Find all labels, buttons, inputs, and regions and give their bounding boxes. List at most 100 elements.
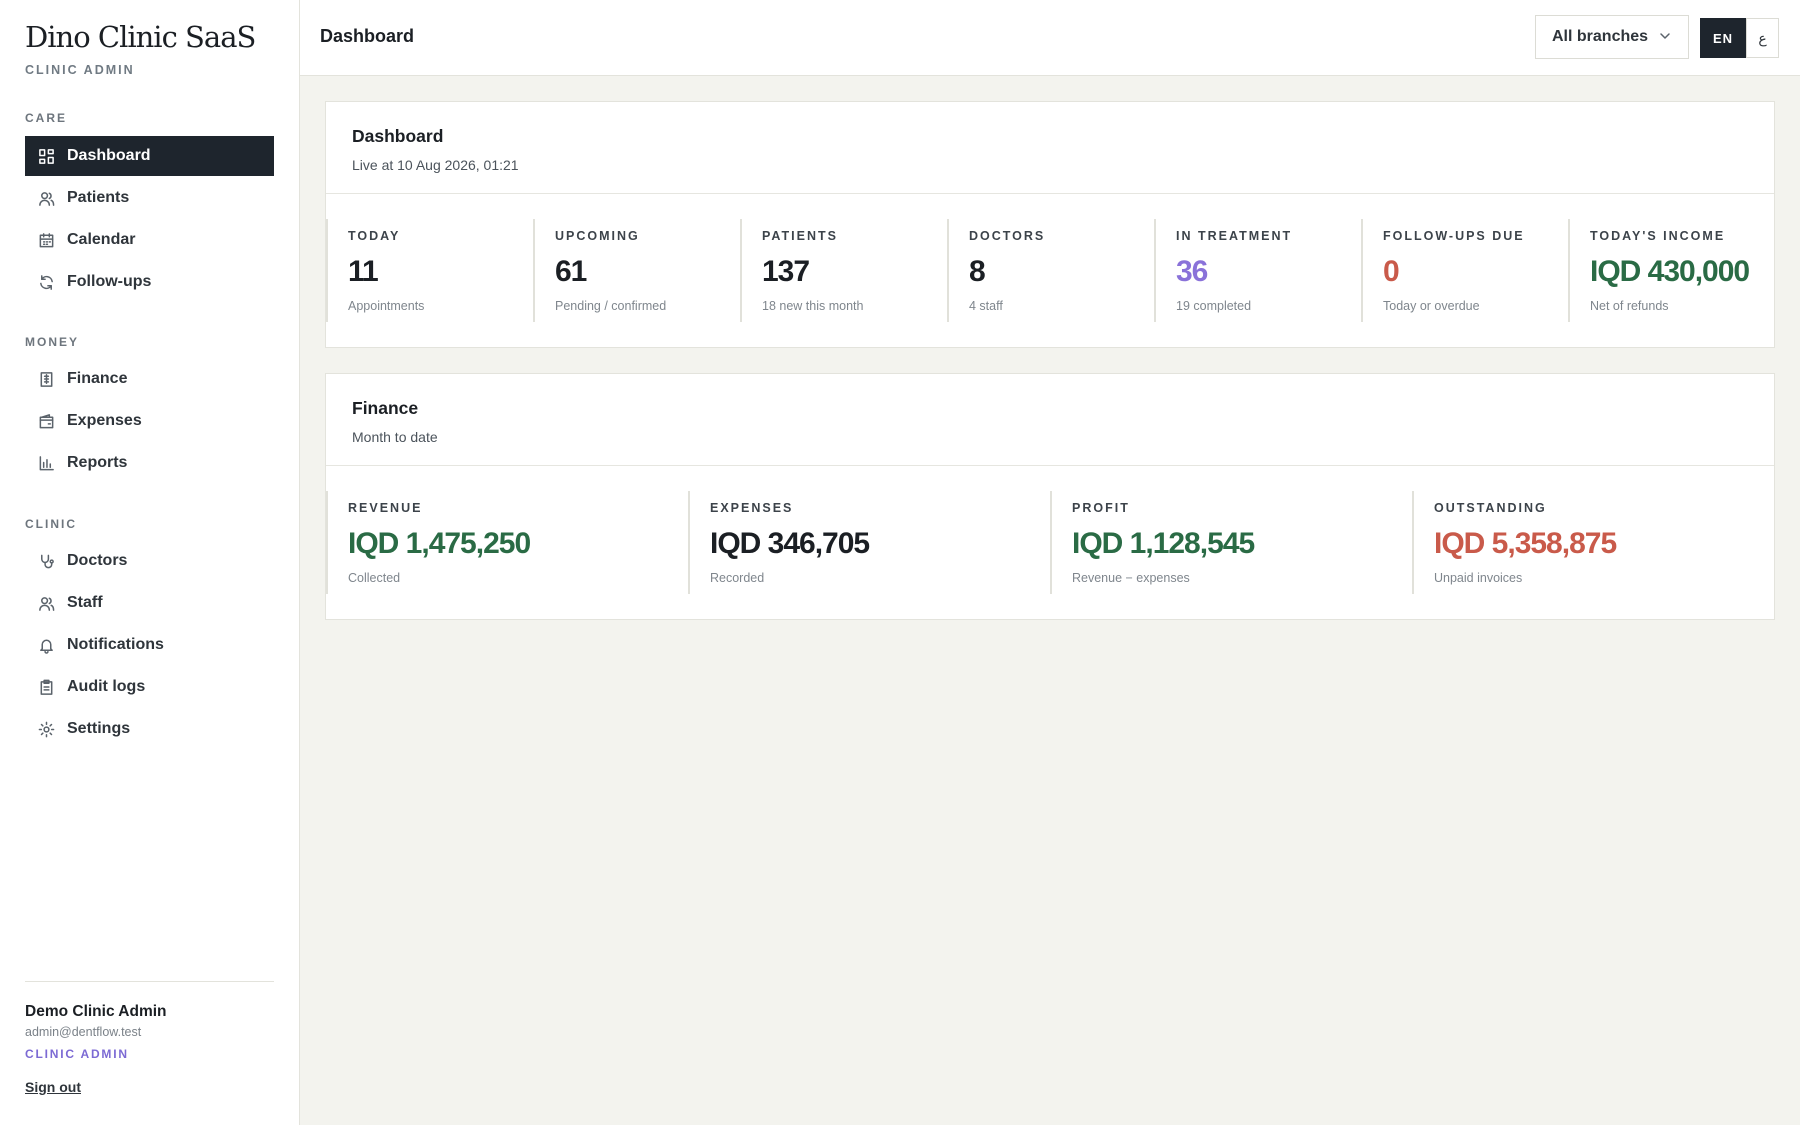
stat-revenue: REVENUE IQD 1,475,250 Collected [326,491,688,594]
wallet-icon [37,412,55,430]
user-role-badge: CLINIC ADMIN [25,1047,129,1061]
sidebar-item-label: Doctors [67,552,128,569]
finance-card-subtitle: Month to date [352,429,438,445]
sidebar-item-label: Patients [67,189,130,206]
stat-profit: PROFIT IQD 1,128,545 Revenue − expenses [1050,491,1412,594]
stat-value: 137 [762,255,810,288]
stat-doctors: DOCTORS 8 4 staff [947,219,1154,322]
branch-select-value: All branches [1552,28,1649,45]
stat-follow-ups-due: FOLLOW-UPS DUE 0 Today or overdue [1361,219,1568,322]
stat-note: Net of refunds [1590,299,1669,313]
sidebar-item-expenses[interactable]: Expenses [25,401,274,441]
dashboard-card: Dashboard Live at 10 Aug 2026, 01:21 TOD… [325,101,1775,348]
page-title: Dashboard [320,26,415,46]
stat-label: EXPENSES [710,501,794,515]
stat-label: DOCTORS [969,229,1046,243]
stat-value: 8 [969,255,986,288]
stat-value: IQD 5,358,875 [1434,527,1617,560]
sidebar-item-follow-ups[interactable]: Follow-ups [25,262,274,302]
stat-todays-income: TODAY'S INCOME IQD 430,000 Net of refund… [1568,219,1774,322]
stat-label: PROFIT [1072,501,1130,515]
finance-card: Finance Month to date REVENUE IQD 1,475,… [325,373,1775,620]
sidebar-item-label: Expenses [67,412,142,429]
sidebar-item-settings[interactable]: Settings [25,709,274,749]
stat-label: IN TREATMENT [1176,229,1293,243]
language-ar-button[interactable]: ع [1746,18,1779,58]
stat-value: IQD 1,128,545 [1072,527,1255,560]
user-email: admin@dentflow.test [25,1025,142,1039]
dashboard-card-header: Dashboard Live at 10 Aug 2026, 01:21 [326,102,1774,194]
stat-label: FOLLOW-UPS DUE [1383,229,1525,243]
refresh-icon [37,273,55,291]
language-en-button[interactable]: EN [1700,18,1746,58]
sidebar-item-label: Follow-ups [67,273,152,290]
stat-patients: PATIENTS 137 18 new this month [740,219,947,322]
stat-value: 11 [348,255,379,288]
stat-note: Unpaid invoices [1434,571,1523,585]
stat-note: Recorded [710,571,765,585]
grid-icon [37,147,55,165]
stat-label: OUTSTANDING [1434,501,1547,515]
stat-note: 4 staff [969,299,1003,313]
top-bar: Dashboard All branches EN ع [300,0,1800,76]
stat-note: Pending / confirmed [555,299,667,313]
sidebar-item-staff[interactable]: Staff [25,583,274,623]
gear-icon [37,720,55,738]
stat-value: IQD 346,705 [710,527,870,560]
sidebar-item-finance[interactable]: Finance [25,359,274,399]
stat-note: Appointments [348,299,425,313]
stat-value: 0 [1383,255,1400,288]
sidebar-item-patients[interactable]: Patients [25,178,274,218]
sidebar-item-label: Notifications [67,636,164,653]
stat-label: REVENUE [348,501,423,515]
stat-outstanding: OUTSTANDING IQD 5,358,875 Unpaid invoice… [1412,491,1774,594]
sidebar-item-label: Calendar [67,231,136,248]
user-name: Demo Clinic Admin [25,1003,167,1020]
branch-select[interactable]: All branches [1535,15,1689,59]
stat-label: TODAY'S INCOME [1590,229,1726,243]
stat-expenses: EXPENSES IQD 346,705 Recorded [688,491,1050,594]
receipt-icon [37,370,55,388]
stat-note: Collected [348,571,401,585]
stat-label: PATIENTS [762,229,838,243]
bar-chart-icon [37,454,55,472]
sidebar-item-notifications[interactable]: Notifications [25,625,274,665]
sidebar-divider [25,981,274,982]
stethoscope-icon [37,552,55,570]
sidebar-item-reports[interactable]: Reports [25,443,274,483]
stat-note: 18 new this month [762,299,864,313]
sidebar-item-doctors[interactable]: Doctors [25,541,274,581]
stat-today: TODAY 11 Appointments [326,219,533,322]
sidebar-item-label: Staff [67,594,103,611]
dashboard-card-subtitle: Live at 10 Aug 2026, 01:21 [352,157,519,173]
stat-note: Revenue − expenses [1072,571,1190,585]
stat-label: TODAY [348,229,401,243]
stat-value: 61 [555,255,587,288]
finance-card-header: Finance Month to date [326,374,1774,466]
stat-label: UPCOMING [555,229,640,243]
clipboard-icon [37,678,55,696]
calendar-icon [37,231,55,249]
stat-note: Today or overdue [1383,299,1480,313]
bell-icon [37,636,55,654]
chevron-down-icon [1660,33,1670,39]
users-icon [37,594,55,612]
brand-subtitle: CLINIC ADMIN [25,63,135,77]
sidebar-item-label: Settings [67,720,131,737]
sidebar-item-calendar[interactable]: Calendar [25,220,274,260]
sign-out-link[interactable]: Sign out [25,1079,81,1095]
sidebar-item-label: Reports [67,454,128,471]
sidebar-item-dashboard[interactable]: Dashboard [25,136,274,176]
stat-note: 19 completed [1176,299,1252,313]
stat-value: 36 [1176,255,1208,288]
stat-in-treatment: IN TREATMENT 36 19 completed [1154,219,1361,322]
sidebar-item-audit-logs[interactable]: Audit logs [25,667,274,707]
dashboard-card-title: Dashboard [352,126,444,146]
stat-upcoming: UPCOMING 61 Pending / confirmed [533,219,740,322]
brand-logo-text: Dino Clinic SaaS [25,20,256,54]
nav-section-care: CARE [25,111,68,125]
nav-section-clinic: CLINIC [25,517,77,531]
stat-value: IQD 1,475,250 [348,527,531,560]
sidebar-item-label: Dashboard [67,147,151,164]
sidebar-item-label: Audit logs [67,678,146,695]
